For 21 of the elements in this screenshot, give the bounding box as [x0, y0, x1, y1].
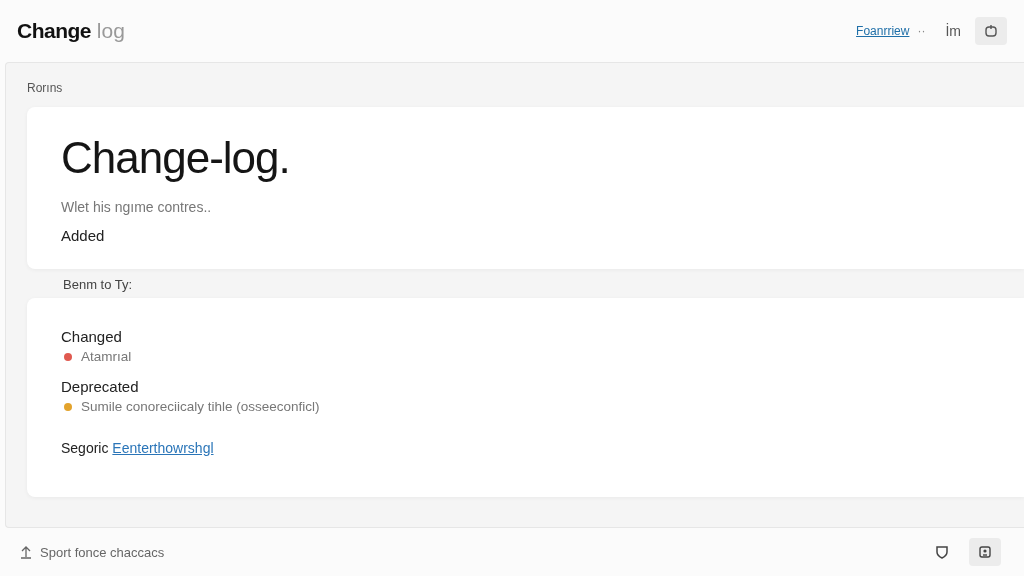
page-subtitle: Wlet his ngıme contres.. [61, 199, 212, 215]
app-subtitle: log [96, 19, 125, 42]
upload-icon[interactable] [20, 545, 32, 559]
panel-label: Rorıns [27, 81, 63, 95]
footer-label: Segoric [61, 440, 109, 456]
app-title: Change [17, 19, 91, 42]
change-item: Sumile conoreciicaly tihle (osseeconficl) [81, 399, 320, 414]
status-text: Sport fonce chaccacs [40, 544, 165, 560]
lock-button[interactable] [969, 538, 1001, 566]
page-heading: Change-log. [61, 133, 290, 183]
more-dots[interactable]: ·· [917, 24, 926, 38]
settings-button[interactable] [975, 17, 1007, 45]
toolbar-glyph[interactable]: İm [945, 23, 961, 39]
overview-link[interactable]: Foanrriew [856, 24, 910, 38]
footer-link[interactable]: Eenterthowrshgl [112, 440, 214, 456]
section-heading: Deprecated [61, 378, 139, 395]
section-heading: Changed [61, 328, 122, 345]
shield-icon[interactable] [935, 545, 949, 559]
change-item: Atamrıal [81, 349, 132, 364]
section-label: Benm to Ty: [63, 277, 133, 292]
section-heading: Added [61, 227, 105, 244]
